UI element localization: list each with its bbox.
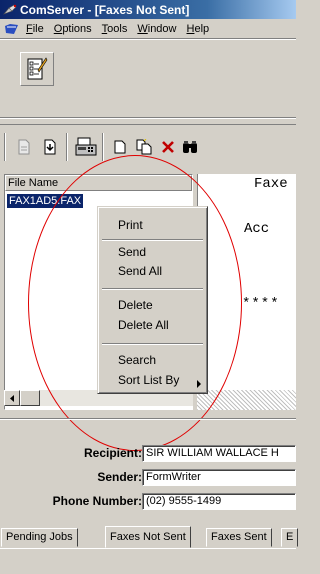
recipient-field[interactable]: SIR WILLIAM WALLACE H [142, 445, 296, 462]
search-button[interactable] [178, 135, 202, 159]
menu-help[interactable]: Help [183, 23, 216, 35]
form-edit-icon [27, 57, 48, 80]
menu-bar: File Options Tools Window Help [0, 19, 296, 38]
tab-pending-jobs[interactable]: Pending Jobs [1, 528, 78, 547]
menu-options[interactable]: Options [50, 23, 98, 35]
copy-page-icon [136, 139, 152, 155]
phone-number-label: Phone Number: [52, 494, 142, 508]
new-page-icon [114, 140, 126, 154]
sender-label: Sender: [97, 470, 142, 484]
phone-number-field[interactable]: (02) 9555-1499 [142, 493, 296, 510]
delete-button[interactable] [156, 135, 180, 159]
sender-field[interactable]: FormWriter [142, 469, 296, 486]
menu-file[interactable]: File [22, 23, 50, 35]
scroll-thumb[interactable] [20, 390, 40, 406]
details-divider [0, 418, 296, 420]
tab-e[interactable]: E [281, 528, 299, 547]
menu-tools[interactable]: Tools [98, 23, 134, 35]
toolbar-separator [102, 133, 104, 161]
document-disabled-icon [18, 139, 30, 155]
recipient-label: Recipient: [83, 446, 142, 460]
window-title: ComServer - [Faxes Not Sent] [20, 2, 190, 17]
scroll-left-button[interactable] [4, 390, 20, 406]
import-document-button[interactable] [38, 135, 62, 159]
tab-strip: Pending Jobs Faxes Not Sent Faxes Sent E [0, 526, 299, 548]
preview-line-2: Acc [244, 221, 270, 237]
toolbar-separator [66, 133, 68, 161]
menu-window[interactable]: Window [133, 23, 182, 35]
fax-satellite-icon [3, 4, 17, 15]
tab-faxes-not-sent[interactable]: Faxes Not Sent [105, 526, 191, 548]
tab-baseline [0, 548, 296, 549]
preview-line-3: **** [242, 296, 280, 312]
delete-x-icon [162, 141, 174, 153]
form-edit-button[interactable] [20, 52, 54, 86]
toolbar-grip [4, 133, 6, 161]
binoculars-icon [183, 141, 197, 153]
highlight-ellipse [28, 155, 242, 451]
app-doc-icon[interactable] [4, 23, 20, 35]
import-document-icon [44, 139, 56, 155]
main-toolbar [0, 40, 296, 122]
document-disabled-button[interactable] [12, 135, 36, 159]
fax-machine-icon [75, 137, 97, 156]
arrow-left-icon [10, 394, 14, 402]
toolbar-divider [0, 117, 296, 119]
preview-line-1: Faxe [254, 176, 288, 192]
tab-faxes-sent[interactable]: Faxes Sent [206, 528, 272, 547]
fax-machine-button[interactable] [72, 135, 100, 159]
title-bar: ComServer - [Faxes Not Sent] [0, 0, 296, 19]
